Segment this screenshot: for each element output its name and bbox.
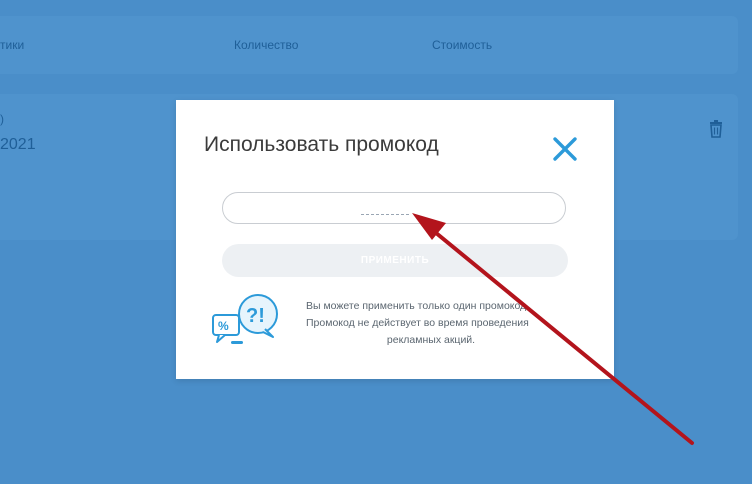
column-header-price: Стоимость — [432, 38, 493, 52]
column-header-quantity: Количество — [234, 38, 299, 52]
info-line: Промокод не действует во время проведени… — [306, 317, 529, 329]
close-icon[interactable] — [550, 134, 580, 164]
input-mask-placeholder — [361, 214, 409, 215]
promo-question-icon: ?! % — [211, 293, 283, 354]
promo-code-modal: Использовать промокод ПРИМЕНИТЬ ?! % Вы … — [176, 100, 614, 379]
svg-text:?!: ?! — [246, 305, 265, 327]
info-line: Вы можете применить только один промокод… — [306, 300, 530, 312]
cart-item-date: 2021 — [0, 136, 36, 153]
promo-info-text: Вы можете применить только один промокод… — [306, 298, 556, 349]
promo-code-input[interactable] — [222, 192, 566, 224]
cart-table-header — [0, 16, 738, 74]
info-line: рекламных акций. — [386, 334, 476, 346]
apply-button[interactable]: ПРИМЕНИТЬ — [222, 244, 568, 277]
svg-text:%: % — [218, 319, 229, 333]
column-header-name: тики — [0, 38, 25, 52]
cart-item-note: ) — [0, 112, 4, 126]
close-button[interactable] — [550, 134, 580, 164]
modal-title: Использовать промокод — [204, 133, 439, 156]
trash-icon[interactable] — [708, 120, 724, 143]
